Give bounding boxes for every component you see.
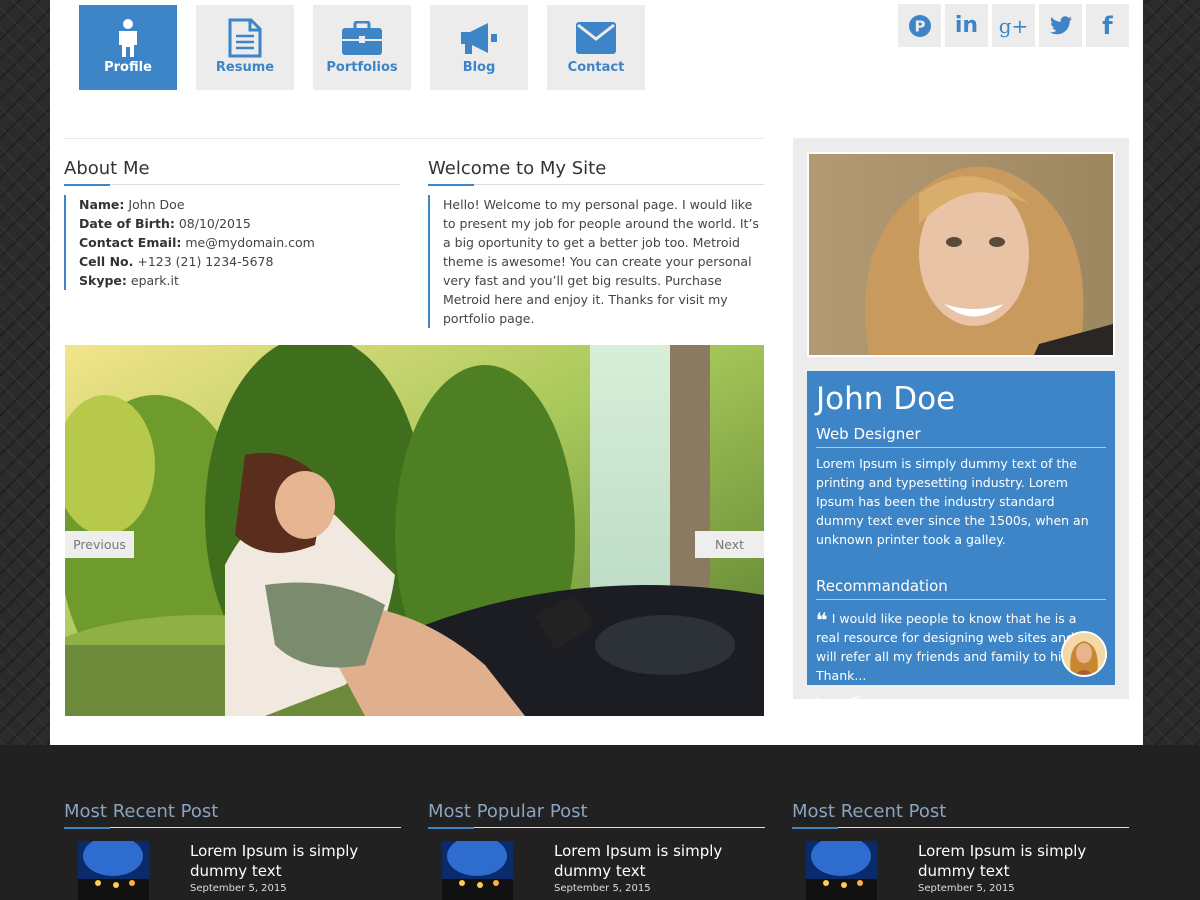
about-section: About Me Name: John Doe Date of Birth: 0… xyxy=(64,158,400,290)
footer-title: Most Recent Post xyxy=(64,801,219,822)
post-thumbnail[interactable] xyxy=(442,841,513,900)
nav-resume[interactable]: Resume xyxy=(196,5,294,90)
quote-icon: ❝ xyxy=(816,608,828,632)
divider xyxy=(816,447,1106,448)
twitter-icon[interactable] xyxy=(1039,4,1082,47)
document-icon xyxy=(225,18,265,58)
post-text: Lorem Ipsum is simply dummy text Septemb… xyxy=(190,841,360,900)
about-row: Cell No. +123 (21) 1234-5678 xyxy=(79,252,400,271)
nav-portfolios[interactable]: Portfolios xyxy=(313,5,411,90)
row-label: Skype: xyxy=(79,273,127,288)
post-date: September 5, 2015 xyxy=(918,883,1015,894)
post-title[interactable]: Lorem Ipsum is simply dummy text xyxy=(918,841,1088,881)
post-text: Lorem Ipsum is simply dummy text Septemb… xyxy=(554,841,724,900)
profile-role: Web Designer xyxy=(816,425,921,443)
nav-label: Contact xyxy=(567,60,625,75)
nav-label: Portfolios xyxy=(326,60,398,75)
pinterest-icon[interactable]: P xyxy=(898,4,941,47)
post-date: September 5, 2015 xyxy=(190,883,287,894)
content-divider xyxy=(64,138,764,139)
title-underline xyxy=(64,827,401,829)
footer-title: Most Recent Post xyxy=(792,801,947,822)
svg-text:P: P xyxy=(914,17,925,35)
row-label: Name: xyxy=(79,197,125,212)
post-title[interactable]: Lorem Ipsum is simply dummy text xyxy=(190,841,360,881)
nav-label: Profile xyxy=(104,60,152,75)
title-underline xyxy=(428,184,764,186)
post-title[interactable]: Lorem Ipsum is simply dummy text xyxy=(554,841,724,881)
row-value: epark.it xyxy=(130,273,179,288)
footer-column: Most Popular Post Lorem Ipsum is simply … xyxy=(428,801,765,900)
google-plus-glyph: g+ xyxy=(998,13,1029,38)
slider-next-button[interactable]: Next xyxy=(695,531,764,558)
linkedin-icon[interactable]: in xyxy=(945,4,988,47)
post-item[interactable]: Lorem Ipsum is simply dummy text Septemb… xyxy=(428,841,765,900)
slide-image xyxy=(65,345,764,716)
profile-name: John Doe xyxy=(816,381,956,417)
row-value: 08/10/2015 xyxy=(178,216,251,231)
nav-blog[interactable]: Blog xyxy=(430,5,528,90)
title-underline xyxy=(792,827,1129,829)
profile-description: Lorem Ipsum is simply dummy text of the … xyxy=(816,456,1089,547)
row-value: me@mydomain.com xyxy=(185,235,315,250)
footer-column: Most Recent Post Lorem Ipsum is simply d… xyxy=(64,801,401,900)
about-row: Contact Email: me@mydomain.com xyxy=(79,233,400,252)
briefcase-icon xyxy=(342,18,382,58)
nav-label: Resume xyxy=(215,60,275,75)
about-details: Name: John Doe Date of Birth: 08/10/2015… xyxy=(64,195,400,290)
footer: Most Recent Post Lorem Ipsum is simply d… xyxy=(0,745,1200,900)
footer-column: Most Recent Post Lorem Ipsum is simply d… xyxy=(792,801,1129,900)
row-value: John Doe xyxy=(128,197,185,212)
facebook-glyph: f xyxy=(1102,11,1113,40)
post-text: Lorem Ipsum is simply dummy text Septemb… xyxy=(918,841,1088,900)
row-value: +123 (21) 1234-5678 xyxy=(137,254,274,269)
main-nav: Profile Resume Portfolios Blog Contact xyxy=(79,5,645,90)
facebook-icon[interactable]: f xyxy=(1086,4,1129,47)
profile-sidebar: John Doe Web Designer Lorem Ipsum is sim… xyxy=(793,138,1129,709)
welcome-text: Hello! Welcome to my personal page. I wo… xyxy=(428,195,764,328)
about-row: Name: John Doe xyxy=(79,195,400,214)
title-underline xyxy=(64,184,400,186)
post-item[interactable]: Lorem Ipsum is simply dummy text Septemb… xyxy=(64,841,401,900)
row-label: Contact Email: xyxy=(79,235,182,250)
image-slider: Previous Next xyxy=(65,345,764,716)
post-thumbnail[interactable] xyxy=(78,841,149,900)
post-item[interactable]: Lorem Ipsum is simply dummy text Septemb… xyxy=(792,841,1129,900)
google-plus-icon[interactable]: g+ xyxy=(992,4,1035,47)
social-links: P in g+ f xyxy=(898,4,1129,47)
about-title: About Me xyxy=(64,158,150,179)
row-label: Date of Birth: xyxy=(79,216,175,231)
avatar xyxy=(1061,631,1107,677)
nav-label: Blog xyxy=(462,60,496,75)
nav-profile[interactable]: Profile xyxy=(79,5,177,90)
post-date: September 5, 2015 xyxy=(554,883,651,894)
testimonial-text: I would like people to know that he is a… xyxy=(816,611,1082,683)
nav-contact[interactable]: Contact xyxy=(547,5,645,90)
welcome-section: Welcome to My Site Hello! Welcome to my … xyxy=(428,158,764,328)
linkedin-glyph: in xyxy=(954,13,979,38)
footer-title: Most Popular Post xyxy=(428,801,588,822)
testimonial-author: Lerry Ting xyxy=(816,694,879,709)
profile-card: John Doe Web Designer Lorem Ipsum is sim… xyxy=(807,371,1115,709)
envelope-icon xyxy=(576,18,616,58)
recommendation-title: Recommandation xyxy=(816,577,948,595)
profile-photo xyxy=(807,152,1115,357)
post-thumbnail[interactable] xyxy=(806,841,877,900)
row-label: Cell No. xyxy=(79,254,134,269)
about-row: Date of Birth: 08/10/2015 xyxy=(79,214,400,233)
title-underline xyxy=(428,827,765,829)
divider xyxy=(816,599,1106,600)
about-row: Skype: epark.it xyxy=(79,271,400,290)
page-container: Profile Resume Portfolios Blog Contact P… xyxy=(50,0,1143,745)
user-icon xyxy=(108,18,148,58)
slider-previous-button[interactable]: Previous xyxy=(65,531,134,558)
welcome-title: Welcome to My Site xyxy=(428,158,607,179)
megaphone-icon xyxy=(459,18,499,58)
